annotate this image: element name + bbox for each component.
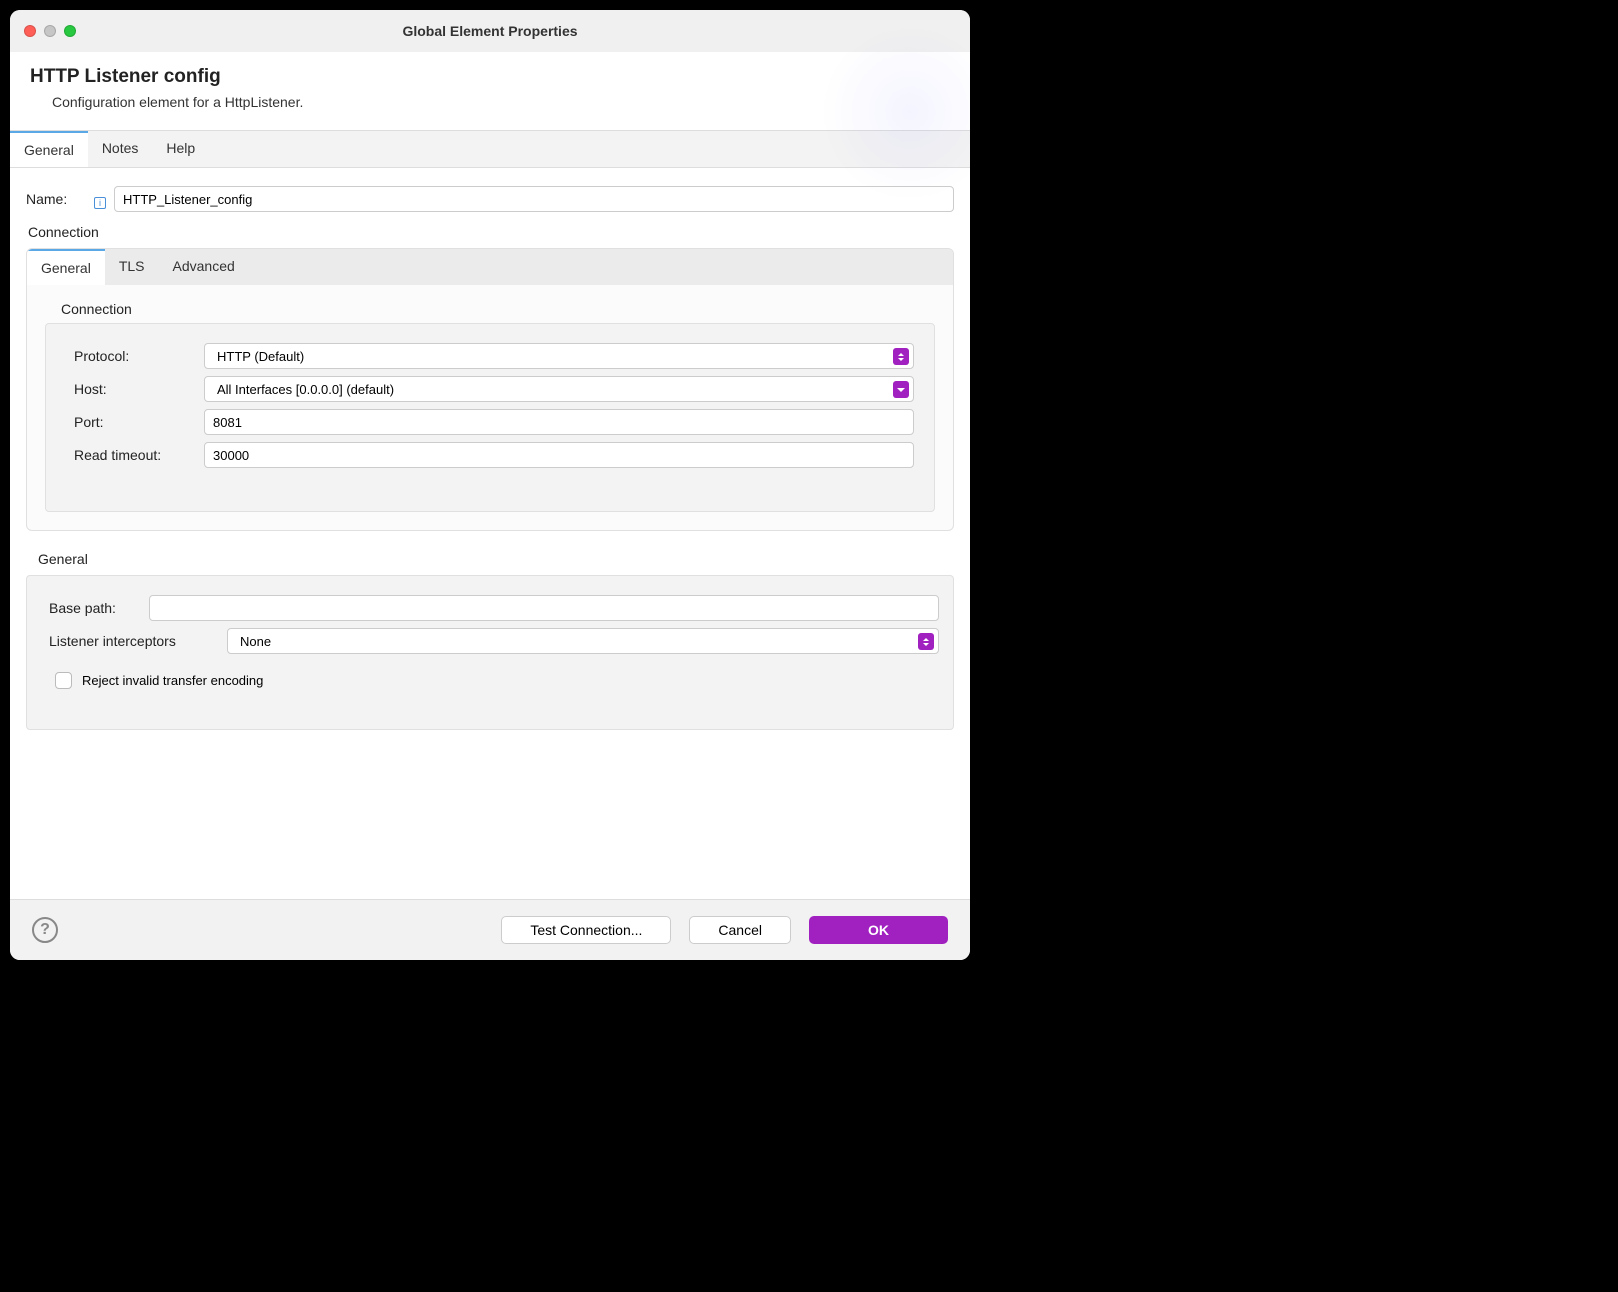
- interceptors-select[interactable]: None: [227, 628, 939, 654]
- ok-button[interactable]: OK: [809, 916, 948, 944]
- help-icon[interactable]: ?: [32, 917, 58, 943]
- connection-fieldset: Protocol: HTTP (Default) Host: All Inter…: [45, 323, 935, 512]
- general-section-label: General: [28, 551, 954, 567]
- dialog-footer: ? Test Connection... Cancel OK: [10, 899, 970, 960]
- connection-body: Connection Protocol: HTTP (Default) Host…: [27, 285, 953, 530]
- cancel-button[interactable]: Cancel: [689, 916, 791, 944]
- chevron-down-icon: [893, 381, 909, 398]
- interceptors-label: Listener interceptors: [49, 633, 219, 649]
- read-timeout-label: Read timeout:: [74, 447, 196, 463]
- port-input[interactable]: [204, 409, 914, 435]
- dialog-window: Global Element Properties HTTP Listener …: [10, 10, 970, 960]
- protocol-value: HTTP (Default): [217, 349, 304, 364]
- window-title: Global Element Properties: [10, 23, 970, 39]
- read-timeout-row: Read timeout:: [74, 442, 914, 468]
- page-description: Configuration element for a HttpListener…: [30, 94, 950, 110]
- tab-general[interactable]: General: [10, 130, 88, 167]
- host-value: All Interfaces [0.0.0.0] (default): [217, 382, 394, 397]
- info-icon: i: [94, 197, 106, 209]
- port-label: Port:: [74, 414, 196, 430]
- conn-tab-general[interactable]: General: [27, 248, 105, 285]
- base-path-input[interactable]: [149, 595, 939, 621]
- base-path-label: Base path:: [49, 600, 141, 616]
- stepper-icon: [893, 348, 909, 365]
- test-connection-button[interactable]: Test Connection...: [501, 916, 671, 944]
- connection-group: General TLS Advanced Connection Protocol…: [26, 248, 954, 531]
- reject-invalid-checkbox[interactable]: [55, 672, 72, 689]
- conn-tab-tls[interactable]: TLS: [105, 249, 159, 285]
- protocol-row: Protocol: HTTP (Default): [74, 343, 914, 369]
- connection-section-label: Connection: [28, 224, 954, 240]
- protocol-label: Protocol:: [74, 348, 196, 364]
- host-row: Host: All Interfaces [0.0.0.0] (default): [74, 376, 914, 402]
- conn-tab-advanced[interactable]: Advanced: [159, 249, 249, 285]
- name-input[interactable]: [114, 186, 954, 212]
- interceptors-row: Listener interceptors None: [49, 628, 939, 654]
- base-path-row: Base path:: [49, 595, 939, 621]
- tab-help[interactable]: Help: [152, 131, 209, 167]
- title-bar: Global Element Properties: [10, 10, 970, 52]
- tab-notes[interactable]: Notes: [88, 131, 153, 167]
- connection-tabs: General TLS Advanced: [27, 249, 953, 285]
- protocol-select[interactable]: HTTP (Default): [204, 343, 914, 369]
- interceptors-value: None: [240, 634, 271, 649]
- general-group: Base path: Listener interceptors None Re…: [26, 575, 954, 730]
- stepper-icon: [918, 633, 934, 650]
- tab-content: Name: i Connection General TLS Advanced …: [10, 168, 970, 899]
- name-row: Name: i: [26, 186, 954, 212]
- connection-fieldset-label: Connection: [61, 301, 941, 317]
- host-label: Host:: [74, 381, 196, 397]
- dialog-header: HTTP Listener config Configuration eleme…: [10, 52, 970, 131]
- name-label: Name:: [26, 191, 86, 207]
- reject-invalid-row: Reject invalid transfer encoding: [55, 672, 939, 689]
- read-timeout-input[interactable]: [204, 442, 914, 468]
- host-select[interactable]: All Interfaces [0.0.0.0] (default): [204, 376, 914, 402]
- port-row: Port:: [74, 409, 914, 435]
- reject-invalid-label: Reject invalid transfer encoding: [82, 673, 263, 688]
- page-title: HTTP Listener config: [30, 66, 950, 88]
